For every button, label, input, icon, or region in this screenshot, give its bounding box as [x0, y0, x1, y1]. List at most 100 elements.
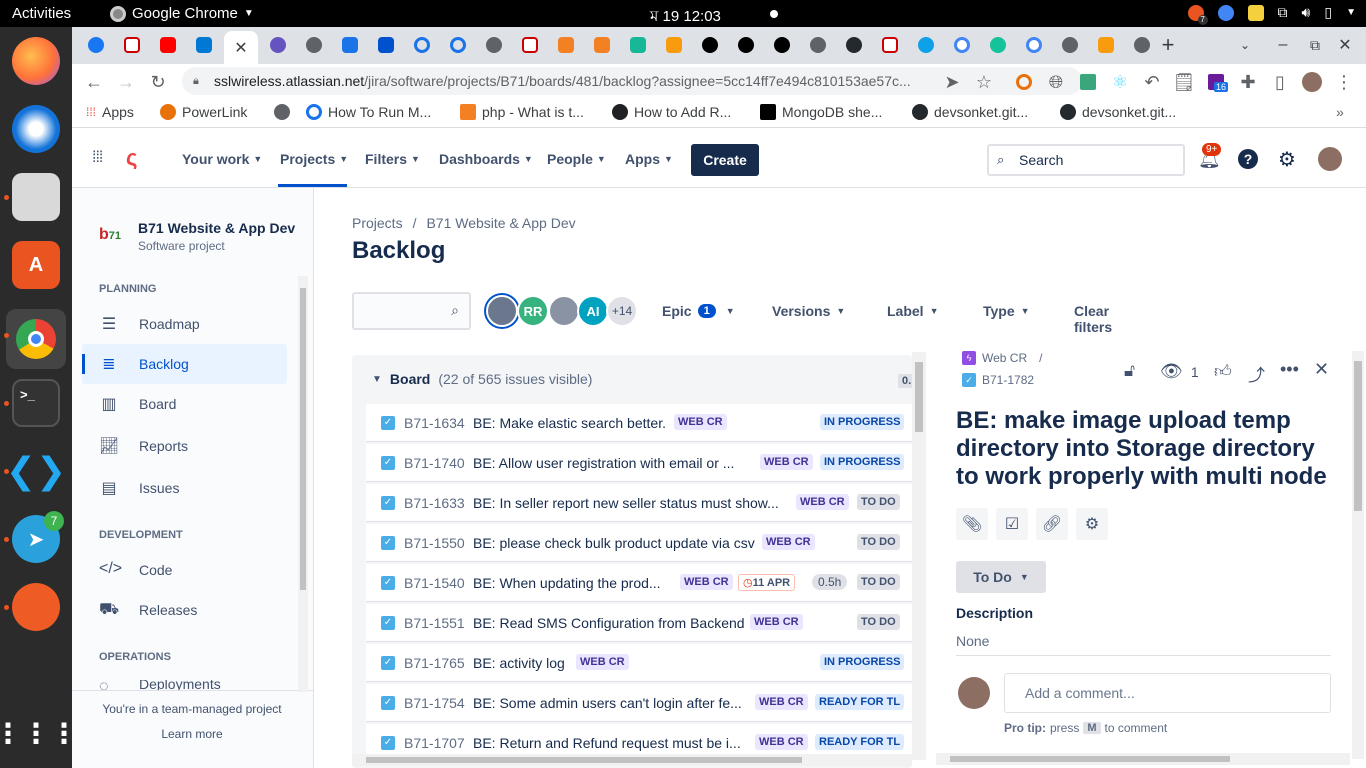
- bookmark-devsonket-2[interactable]: devsonket.git...: [1060, 104, 1176, 120]
- sidebar-item-reports[interactable]: 📈︎ Reports: [82, 426, 287, 466]
- issue-summary[interactable]: BE: Read SMS Configuration from Backend: [473, 615, 745, 631]
- side-panel-icon[interactable]: ▯: [1268, 70, 1292, 94]
- sidebar-item-deployments[interactable]: ◌ Deployments: [82, 680, 287, 690]
- extension-icon-5[interactable]: 🗒︎: [1172, 70, 1196, 94]
- add-child-issue-icon[interactable]: ☑: [996, 508, 1028, 540]
- tab-search-button[interactable]: ⌄: [1229, 32, 1261, 58]
- issue-key[interactable]: B71-1633: [404, 495, 465, 511]
- tab-grammarly[interactable]: [982, 32, 1014, 58]
- postman-icon[interactable]: [12, 583, 60, 631]
- table-row[interactable]: ✓ B71-1633 BE: In seller report new sell…: [366, 484, 912, 522]
- bookmark-powerlink[interactable]: PowerLink: [160, 104, 247, 120]
- sidebar-item-backlog[interactable]: ≣ Backlog: [82, 344, 287, 384]
- project-name[interactable]: B71 Website & App Dev: [138, 220, 295, 236]
- issue-key[interactable]: B71-1540: [404, 575, 465, 591]
- avatar-filter-more[interactable]: +14: [606, 295, 638, 327]
- extension-icon-3[interactable]: [1076, 70, 1100, 94]
- issue-key[interactable]: B71-1765: [404, 655, 465, 671]
- bookmark-star-icon[interactable]: ☆: [972, 70, 996, 94]
- table-row[interactable]: ✓ B71-1754 BE: Some admin users can't lo…: [366, 684, 912, 722]
- network-icon[interactable]: ⧉: [1278, 4, 1288, 21]
- battery-icon[interactable]: ▯: [1324, 4, 1332, 21]
- tab-edge[interactable]: [910, 32, 942, 58]
- tab-web-3[interactable]: [802, 32, 834, 58]
- tab-outlook[interactable]: [188, 32, 220, 58]
- vscode-icon[interactable]: ❮❯: [6, 447, 66, 495]
- status-badge[interactable]: IN PROGRESS: [820, 654, 905, 670]
- close-panel-icon[interactable]: ✕: [1314, 359, 1329, 380]
- tab-web-1[interactable]: [298, 32, 330, 58]
- issue-key[interactable]: B71-1634: [404, 415, 465, 431]
- issue-key[interactable]: B71-1707: [404, 735, 465, 751]
- minimize-button[interactable]: –: [1267, 32, 1299, 58]
- watch-button[interactable]: 👁︎ 1: [1160, 361, 1199, 382]
- attach-icon[interactable]: 📎︎: [956, 508, 988, 540]
- search-input[interactable]: ⌕ Search: [987, 144, 1185, 176]
- bookmark-mongodb[interactable]: MongoDB she...: [760, 104, 882, 120]
- tab-confluence[interactable]: [370, 32, 402, 58]
- jira-logo[interactable]: ς: [126, 145, 150, 173]
- breadcrumb-project[interactable]: B71 Website & App Dev: [426, 215, 575, 231]
- status-badge[interactable]: TO DO: [857, 574, 900, 590]
- tab-atlassian[interactable]: [262, 32, 294, 58]
- tab-github[interactable]: [838, 32, 870, 58]
- learn-more-link[interactable]: Learn more: [72, 727, 312, 741]
- nav-apps[interactable]: Apps ▼: [625, 151, 673, 167]
- avatar-filter-1[interactable]: [486, 295, 518, 327]
- sidebar-item-releases[interactable]: ⛟ Releases: [82, 590, 287, 630]
- description-value[interactable]: None: [956, 633, 989, 649]
- issue-summary[interactable]: BE: activity log: [473, 655, 565, 671]
- notes-icon[interactable]: [1247, 4, 1264, 21]
- firefox-icon[interactable]: [12, 37, 60, 85]
- versions-filter[interactable]: Versions ▼: [772, 303, 845, 319]
- tab-youtube[interactable]: [152, 32, 184, 58]
- tab-phpmyadmin-2[interactable]: [1090, 32, 1122, 58]
- sidebar-scroll-thumb[interactable]: [300, 288, 306, 590]
- more-bookmarks-icon[interactable]: »: [1336, 104, 1344, 120]
- extension-icon-2[interactable]: 🌐︎: [1044, 70, 1068, 94]
- nav-your-work[interactable]: Your work ▼: [182, 151, 262, 167]
- sidebar-item-board[interactable]: ▥ Board: [82, 384, 287, 424]
- table-row[interactable]: ✓ B71-1765 BE: activity log WEB CR IN PR…: [366, 644, 912, 682]
- sidebar-item-code[interactable]: </> Code: [82, 550, 287, 590]
- tab-web-4[interactable]: [1054, 32, 1086, 58]
- tab-b71[interactable]: [116, 32, 148, 58]
- comment-input[interactable]: Add a comment...: [1004, 673, 1331, 713]
- backlog-h-scroll-thumb[interactable]: [366, 757, 802, 763]
- tab-shield[interactable]: [334, 32, 366, 58]
- tab-stackoverflow-1[interactable]: [550, 32, 582, 58]
- tab-jira-active[interactable]: ✕: [224, 31, 258, 64]
- volume-icon[interactable]: 🔊︎: [1302, 4, 1311, 21]
- parent-epic-link[interactable]: Web CR: [982, 351, 1027, 365]
- detail-scroll-thumb[interactable]: [1354, 361, 1362, 511]
- tab-google-2[interactable]: [1018, 32, 1050, 58]
- issue-summary[interactable]: BE: Allow user registration with email o…: [473, 455, 753, 471]
- files-icon[interactable]: [12, 173, 60, 221]
- nav-dashboards[interactable]: Dashboards ▼: [439, 151, 533, 167]
- tab-stackoverflow-2[interactable]: [586, 32, 618, 58]
- tab-sync-1[interactable]: [406, 32, 438, 58]
- status-badge[interactable]: TO DO: [857, 614, 900, 630]
- tab-a-1[interactable]: [694, 32, 726, 58]
- new-tab-button[interactable]: +: [1152, 32, 1184, 58]
- like-icon[interactable]: 👍︎: [1214, 361, 1232, 382]
- backlog-scrollbar[interactable]: [912, 352, 926, 760]
- backlog-search-input[interactable]: ⌕: [352, 292, 471, 330]
- help-icon[interactable]: ?: [1238, 149, 1258, 169]
- tab-a-2[interactable]: [730, 32, 762, 58]
- app-menu[interactable]: Google Chrome ▼: [110, 5, 254, 22]
- status-badge[interactable]: TO DO: [857, 494, 900, 510]
- status-dropdown[interactable]: To Do ▼: [956, 561, 1046, 593]
- sidebar-item-issues[interactable]: ▤ Issues: [82, 468, 287, 508]
- detail-h-scrollbar[interactable]: [936, 753, 1350, 765]
- link-issue-icon[interactable]: 🔗︎: [1036, 508, 1068, 540]
- nav-filters[interactable]: Filters ▼: [365, 151, 420, 167]
- app-switcher-icon[interactable]: ⁞⁞⁞: [92, 149, 103, 167]
- backlog-h-scrollbar[interactable]: [352, 754, 912, 766]
- table-row[interactable]: ✓ B71-1740 BE: Allow user registration w…: [366, 444, 912, 482]
- issue-summary[interactable]: BE: please check bulk product update via…: [473, 535, 755, 551]
- unlock-icon[interactable]: 🔓︎: [1124, 361, 1135, 381]
- epic-filter[interactable]: Epic 1 ▼: [662, 303, 735, 319]
- breadcrumb-projects[interactable]: Projects: [352, 215, 403, 231]
- avatar-filter-ai[interactable]: AI: [577, 295, 609, 327]
